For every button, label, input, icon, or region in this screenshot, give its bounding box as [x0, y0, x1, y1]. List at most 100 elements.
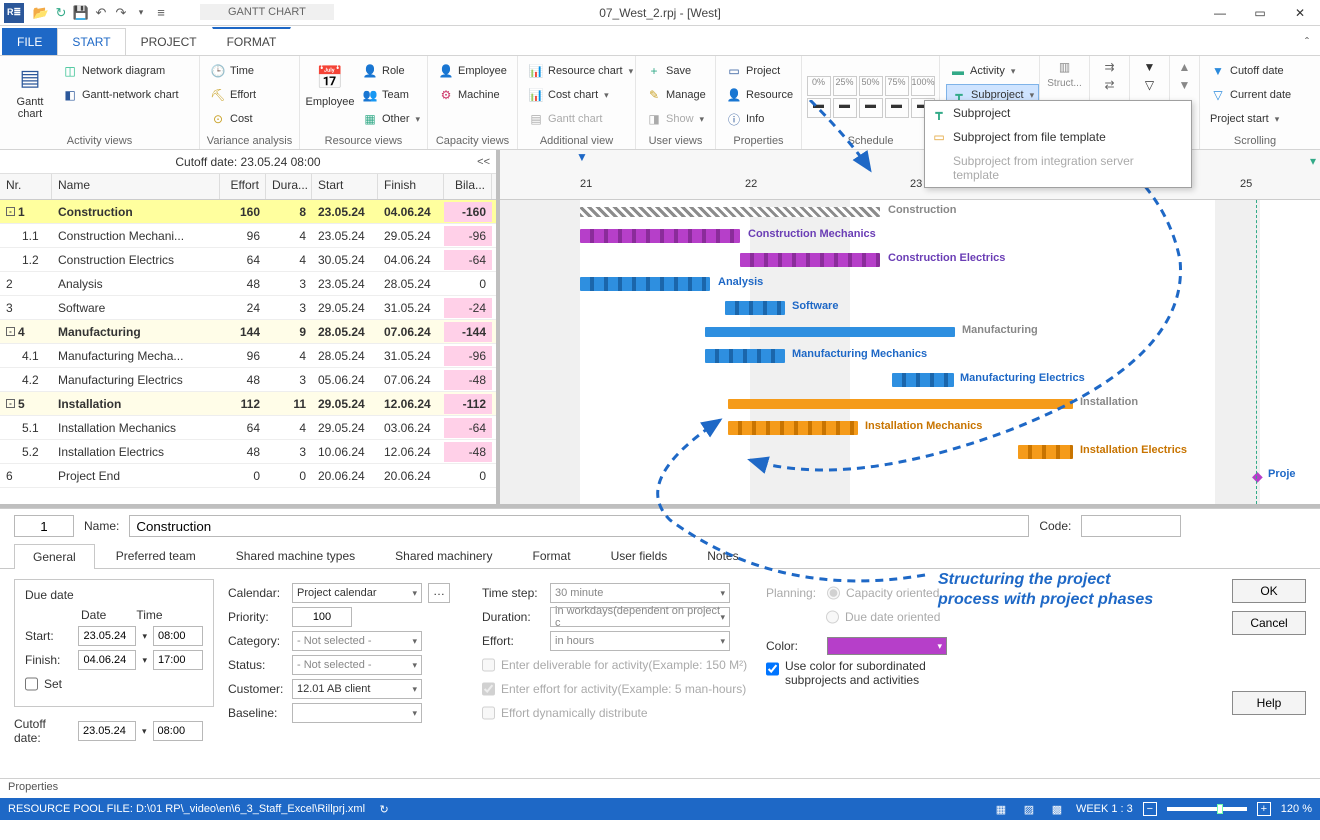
bar-instmech[interactable] — [728, 421, 858, 435]
qat-open-icon[interactable]: 📂 — [32, 4, 50, 22]
cutoff-date-button[interactable]: ▼Cutoff date — [1206, 60, 1295, 82]
table-row[interactable]: 5.2Installation Electrics48310.06.2412.0… — [0, 440, 496, 464]
ptab-userfields[interactable]: User fields — [592, 543, 687, 568]
table-row[interactable]: 2Analysis48323.05.2428.05.240 — [0, 272, 496, 296]
activity-name-input[interactable] — [129, 515, 1029, 537]
team-button[interactable]: 👥Team — [358, 84, 424, 106]
gantt-chart-area[interactable]: ▼ June 2024 21 22 23 24 25 ▾ Constructio… — [500, 150, 1320, 504]
start-time-input[interactable] — [153, 626, 203, 646]
qat-dropdown-icon[interactable]: ▾ — [132, 4, 150, 22]
ptab-team[interactable]: Preferred team — [97, 543, 215, 568]
menu-subproject-file[interactable]: ▭Subproject from file template — [925, 125, 1191, 149]
resource-props-button[interactable]: 👤Resource — [722, 84, 797, 106]
bar-software[interactable] — [725, 301, 785, 315]
table-row[interactable]: 5.1Installation Mechanics64429.05.2403.0… — [0, 416, 496, 440]
table-row[interactable]: 3Software24329.05.2431.05.24-24 — [0, 296, 496, 320]
cost-button[interactable]: ⊙Cost — [206, 108, 260, 130]
bar-instelec[interactable] — [1018, 445, 1073, 459]
show-button[interactable]: ◨Show▾ — [642, 108, 710, 130]
bar-analysis[interactable] — [580, 277, 710, 291]
expand-toggle[interactable]: - — [6, 207, 15, 216]
tab-start[interactable]: START — [57, 28, 125, 55]
col-name[interactable]: Name — [52, 174, 220, 199]
sched-50-button[interactable]: 50% — [859, 76, 883, 96]
maximize-button[interactable]: ▭ — [1240, 0, 1280, 26]
ptab-format[interactable]: Format — [514, 543, 590, 568]
customer-select[interactable]: 12.01 AB client▾ — [292, 679, 422, 699]
qat-refresh-icon[interactable]: ↻ — [52, 4, 70, 22]
activity-index-input[interactable] — [14, 515, 74, 537]
project-props-button[interactable]: ▭Project — [722, 60, 797, 82]
effort-select[interactable]: in hours▾ — [550, 631, 730, 651]
employee-big-button[interactable]: 📅Employee — [306, 60, 354, 133]
table-row[interactable]: -5Installation1121129.05.2412.06.24-112 — [0, 392, 496, 416]
sched-100-button[interactable]: 100% — [911, 76, 935, 96]
status-select[interactable]: - Not selected -▾ — [292, 655, 422, 675]
ptab-notes[interactable]: Notes — [688, 543, 757, 568]
current-date-button[interactable]: ▽Current date — [1206, 84, 1295, 106]
filter2-icon[interactable]: ▽ — [1145, 78, 1154, 92]
baseline-select[interactable]: ▾ — [292, 703, 422, 723]
activity-button[interactable]: ▬Activity▾ — [946, 60, 1039, 82]
ptab-general[interactable]: General — [14, 544, 95, 569]
usecolor-checkbox[interactable] — [766, 659, 779, 679]
sb-icon-3[interactable]: ▩ — [1048, 801, 1066, 817]
save-view-button[interactable]: +Save — [642, 60, 710, 82]
finish-time-input[interactable] — [153, 650, 203, 670]
expand-toggle[interactable]: - — [6, 327, 15, 336]
sb-icon-1[interactable]: ▦ — [992, 801, 1010, 817]
bar-manmech[interactable] — [705, 349, 785, 363]
cutoff-time-input[interactable] — [153, 721, 203, 741]
priority-input[interactable] — [292, 607, 352, 627]
manage-button[interactable]: ✎Manage — [642, 84, 710, 106]
zoom-in-button[interactable]: + — [1257, 802, 1271, 816]
network-diagram-button[interactable]: ◫Network diagram — [58, 60, 183, 82]
cost-chart-button[interactable]: 📊Cost chart▾ — [524, 84, 637, 106]
cutoff-date-input[interactable] — [78, 721, 136, 741]
bar-manelec[interactable] — [892, 373, 954, 387]
table-row[interactable]: 4.1Manufacturing Mecha...96428.05.2431.0… — [0, 344, 496, 368]
sched-b3-button[interactable]: ▬ — [859, 98, 883, 118]
gantt-network-button[interactable]: ◧Gantt-network chart — [58, 84, 183, 106]
bar-installation[interactable] — [728, 399, 1073, 409]
sb-icon-2[interactable]: ▨ — [1020, 801, 1038, 817]
calendar-more-button[interactable]: … — [428, 583, 450, 603]
zoom-out-button[interactable]: − — [1143, 802, 1157, 816]
machine-button[interactable]: ⚙Machine — [434, 84, 511, 106]
effort-button[interactable]: ⛏Effort — [206, 84, 260, 106]
col-start[interactable]: Start — [312, 174, 378, 199]
info-button[interactable]: ⓘInfo — [722, 108, 797, 130]
cancel-button[interactable]: Cancel — [1232, 611, 1306, 635]
qat-save-icon[interactable]: 💾 — [72, 4, 90, 22]
up-icon[interactable]: ▲ — [1179, 60, 1191, 74]
struct-icon-1[interactable]: ▥ — [1059, 60, 1070, 74]
tab-project[interactable]: PROJECT — [126, 28, 212, 55]
help-button[interactable]: Help — [1232, 691, 1306, 715]
sched-75-button[interactable]: 75% — [885, 76, 909, 96]
finish-date-input[interactable] — [78, 650, 136, 670]
duration-select[interactable]: in workdays(dependent on project c▾ — [550, 607, 730, 627]
bar-conelec[interactable] — [740, 253, 880, 267]
tab-format[interactable]: FORMAT — [212, 27, 292, 55]
bar-construction[interactable] — [580, 207, 880, 217]
time-button[interactable]: 🕒Time — [206, 60, 260, 82]
color-select[interactable]: ▾ — [827, 637, 947, 655]
col-balance[interactable]: Bila... — [444, 174, 492, 199]
bar-manufacturing[interactable] — [705, 327, 955, 337]
down-icon[interactable]: ▼ — [1179, 78, 1191, 92]
employee-cap-button[interactable]: 👤Employee — [434, 60, 511, 82]
role-button[interactable]: 👤Role — [358, 60, 424, 82]
col-nr[interactable]: Nr. — [0, 174, 52, 199]
unlink-icon[interactable]: ⇄ — [1104, 78, 1114, 92]
gantt-chart-button[interactable]: ▤ Gantt chart — [6, 60, 54, 133]
tab-file[interactable]: FILE — [2, 28, 57, 55]
table-row[interactable]: 1.1Construction Mechani...96423.05.2429.… — [0, 224, 496, 248]
timestep-select[interactable]: 30 minute▾ — [550, 583, 730, 603]
collapse-table-button[interactable]: << — [477, 156, 490, 168]
minimize-button[interactable]: — — [1200, 0, 1240, 26]
zoom-slider[interactable] — [1167, 807, 1247, 811]
bar-conmech[interactable] — [580, 229, 740, 243]
category-select[interactable]: - Not selected -▾ — [292, 631, 422, 651]
set-checkbox[interactable] — [25, 674, 38, 694]
ribbon-collapse-icon[interactable]: ˆ — [1294, 29, 1320, 55]
